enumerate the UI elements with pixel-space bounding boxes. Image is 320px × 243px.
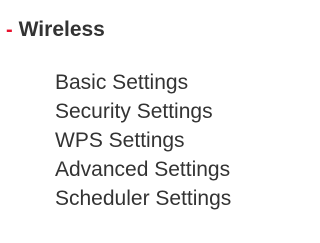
wireless-section-header[interactable]: - Wireless (6, 17, 105, 43)
submenu-item-security-settings[interactable]: Security Settings (55, 97, 231, 126)
wireless-submenu: Basic Settings Security Settings WPS Set… (55, 68, 231, 213)
wireless-nav-section: - Wireless Basic Settings Security Setti… (0, 0, 275, 243)
minus-icon[interactable]: - (6, 17, 13, 43)
submenu-item-basic-settings[interactable]: Basic Settings (55, 68, 231, 97)
section-title[interactable]: Wireless (19, 17, 105, 43)
submenu-item-wps-settings[interactable]: WPS Settings (55, 126, 231, 155)
submenu-item-advanced-settings[interactable]: Advanced Settings (55, 155, 231, 184)
submenu-item-scheduler-settings[interactable]: Scheduler Settings (55, 184, 231, 213)
